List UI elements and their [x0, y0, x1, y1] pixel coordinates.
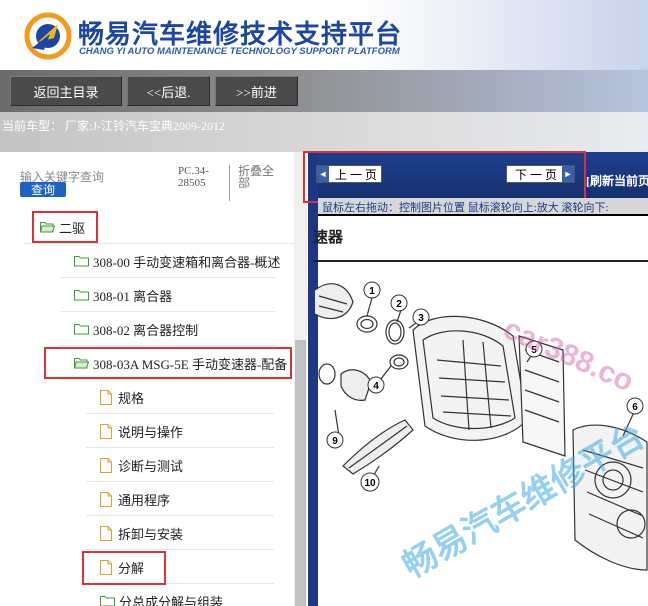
tree-item-chapter[interactable]: 308-01 离合器	[74, 280, 172, 310]
folder-icon	[74, 290, 89, 301]
callout-3: 3	[418, 313, 424, 324]
divider	[86, 515, 274, 516]
divider	[313, 260, 648, 262]
toolbar: 返回主目录 <<后退. >>前进	[0, 70, 648, 112]
back-button[interactable]: <<后退.	[127, 76, 210, 106]
callout-10: 10	[364, 478, 376, 489]
divider	[60, 311, 276, 312]
logo-icon	[24, 12, 72, 60]
tree-item-label: 308-01 离合器	[93, 288, 173, 304]
page-icon	[100, 525, 112, 541]
doc-title: 速器	[313, 228, 344, 246]
tree-scrollbar-thumb[interactable]	[295, 340, 306, 606]
tree-item-section[interactable]: 说明与操作	[100, 416, 183, 446]
current-car-bar: 当前车型： 厂家:J-江铃汽车宝典2009-2012	[0, 112, 648, 152]
viewer-hint: 鼠标左右拖动：控制图片位置 鼠标滚轮向上:放大 滚轮向下:	[322, 202, 609, 214]
folder-icon	[100, 596, 115, 606]
highlight-root	[32, 211, 98, 243]
divider	[86, 413, 274, 414]
callout-6: 6	[632, 402, 638, 413]
tree-item-section[interactable]: 通用程序	[100, 484, 170, 514]
tree-item-label: 说明与操作	[118, 424, 184, 440]
tree-item-chapter[interactable]: 308-02 离合器控制	[74, 314, 198, 344]
page-icon	[100, 457, 112, 473]
tree-item-chapter[interactable]: 308-00 手动变速箱和离合器-概述	[74, 246, 280, 276]
highlight-chapter	[44, 347, 292, 379]
tree-item-label: 308-00 手动变速箱和离合器-概述	[93, 254, 281, 270]
divider	[318, 214, 648, 216]
folder-icon	[74, 256, 89, 267]
refresh-page-link[interactable]: [刷新当前页	[586, 172, 648, 189]
divider	[86, 549, 274, 550]
app-header: 畅易汽车维修技术支持平台 CHANG YI AUTO MAINTENANCE T…	[0, 0, 648, 70]
highlight-page-nav	[303, 151, 586, 203]
divider	[60, 379, 290, 380]
callout-1: 1	[369, 286, 375, 297]
pc-code: PC.34-28505	[178, 165, 230, 201]
page-icon	[100, 423, 112, 439]
page-icon	[100, 491, 112, 507]
home-button[interactable]: 返回主目录	[10, 76, 122, 106]
tree-item-label: 通用程序	[118, 492, 171, 508]
search-button[interactable]: 查询	[20, 182, 66, 197]
tree-item-label: 规格	[118, 390, 145, 406]
callout-9: 9	[332, 436, 338, 447]
tree-item-section[interactable]: 规格	[100, 382, 144, 412]
callout-2: 2	[396, 299, 402, 310]
fold-all-button[interactable]: 折叠全部	[238, 165, 278, 189]
divider	[60, 277, 276, 278]
tree-item-label: 分总成分解与组装	[119, 594, 224, 606]
divider	[60, 345, 276, 346]
folder-icon	[74, 324, 89, 335]
highlight-section	[82, 551, 166, 585]
divider	[24, 243, 294, 244]
page-icon	[100, 389, 112, 405]
forward-button[interactable]: >>前进	[215, 76, 298, 106]
tree-item-label: 308-02 离合器控制	[93, 322, 199, 338]
tree-item-label: 诊断与测试	[118, 458, 184, 474]
brand-subtitle: CHANG YI AUTO MAINTENANCE TECHNOLOGY SUP…	[79, 46, 400, 57]
divider	[86, 447, 274, 448]
tree-item-section[interactable]: 分总成分解与组装	[100, 586, 223, 606]
tree-item-section[interactable]: 拆卸与安装	[100, 518, 183, 548]
divider	[86, 481, 274, 482]
current-car-label: 当前车型： 厂家:J-江铃汽车宝典2009-2012	[2, 119, 225, 133]
tree-item-label: 拆卸与安装	[118, 526, 184, 542]
tree-item-section[interactable]: 诊断与测试	[100, 450, 183, 480]
callout-4: 4	[373, 381, 379, 392]
